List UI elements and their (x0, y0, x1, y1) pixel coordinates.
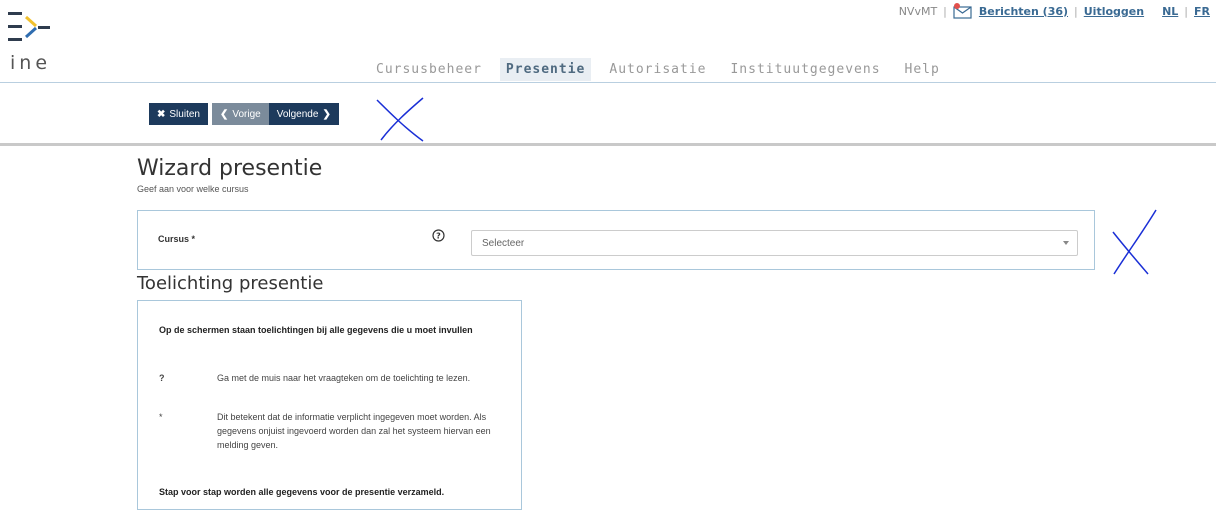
annotation-cross-mark (376, 97, 424, 142)
page-subtitle: Geef aan voor welke cursus (137, 184, 249, 194)
pagination-buttons: ❮ Vorige Volgende ❯ (211, 103, 339, 125)
info-row-text: Ga met de muis naar het vraagteken om de… (217, 373, 471, 383)
organization-name: NVvMT (898, 4, 938, 18)
close-button[interactable]: ✖ Sluiten (149, 103, 208, 125)
previous-button-label: Vorige (232, 108, 261, 120)
language-nl-link[interactable]: NL (1162, 5, 1178, 18)
chevron-down-icon (1063, 241, 1069, 245)
help-question-icon[interactable]: ? (432, 229, 445, 242)
page-title: Wizard presentie (137, 156, 323, 181)
info-row-key: ? (159, 373, 165, 383)
tab-autorisatie[interactable]: Autorisatie (603, 58, 712, 81)
cursus-select-value: Selecteer (482, 238, 525, 249)
brand-logo-text: ine (10, 52, 52, 74)
top-utility-bar: NVvMT | Berichten (36) | Uitloggen NL | … (899, 3, 1210, 19)
info-intro: Op de schermen staan toelichtingen bij a… (159, 325, 473, 335)
svg-text:?: ? (436, 232, 441, 241)
cursus-select[interactable]: Selecteer (471, 230, 1078, 256)
separator: | (943, 4, 947, 18)
mail-icon[interactable] (953, 3, 973, 19)
main-nav: Cursusbeheer Presentie Autorisatie Insti… (370, 58, 958, 81)
next-button[interactable]: Volgende ❯ (268, 103, 339, 125)
info-panel: Op de schermen staan toelichtingen bij a… (137, 300, 522, 510)
annotation-cross-mark (1112, 209, 1157, 275)
previous-button[interactable]: ❮ Vorige (211, 103, 269, 125)
info-row-text: Dit betekent dat de informatie verplicht… (217, 412, 491, 450)
nav-divider (0, 82, 1216, 83)
cursus-panel: Cursus * ? Selecteer (137, 210, 1095, 270)
info-row-key: * (159, 412, 163, 422)
tab-help[interactable]: Help (899, 58, 946, 81)
separator: | (1184, 4, 1189, 18)
toolbar-divider (0, 143, 1216, 146)
cursus-label: Cursus * (158, 234, 196, 244)
info-heading: Toelichting presentie (137, 273, 324, 294)
next-button-label: Volgende (276, 108, 319, 120)
language-fr-link[interactable]: FR (1194, 5, 1210, 18)
close-icon: ✖ (157, 108, 166, 120)
info-footer: Stap voor stap worden alle gegevens voor… (159, 487, 445, 497)
chevron-left-icon: ❮ (219, 108, 229, 120)
tab-instituutgegevens[interactable]: Instituutgegevens (724, 58, 886, 81)
chevron-right-icon: ❯ (322, 108, 331, 120)
logout-link[interactable]: Uitloggen (1084, 5, 1144, 18)
messages-link[interactable]: Berichten (36) (979, 5, 1068, 18)
wizard-toolbar: ✖ Sluiten ❮ Vorige Volgende ❯ (149, 103, 339, 125)
tab-cursusbeheer[interactable]: Cursusbeheer (370, 58, 488, 81)
separator: | (1074, 4, 1078, 18)
close-button-label: Sluiten (169, 108, 200, 120)
tab-presentie[interactable]: Presentie (499, 58, 592, 81)
